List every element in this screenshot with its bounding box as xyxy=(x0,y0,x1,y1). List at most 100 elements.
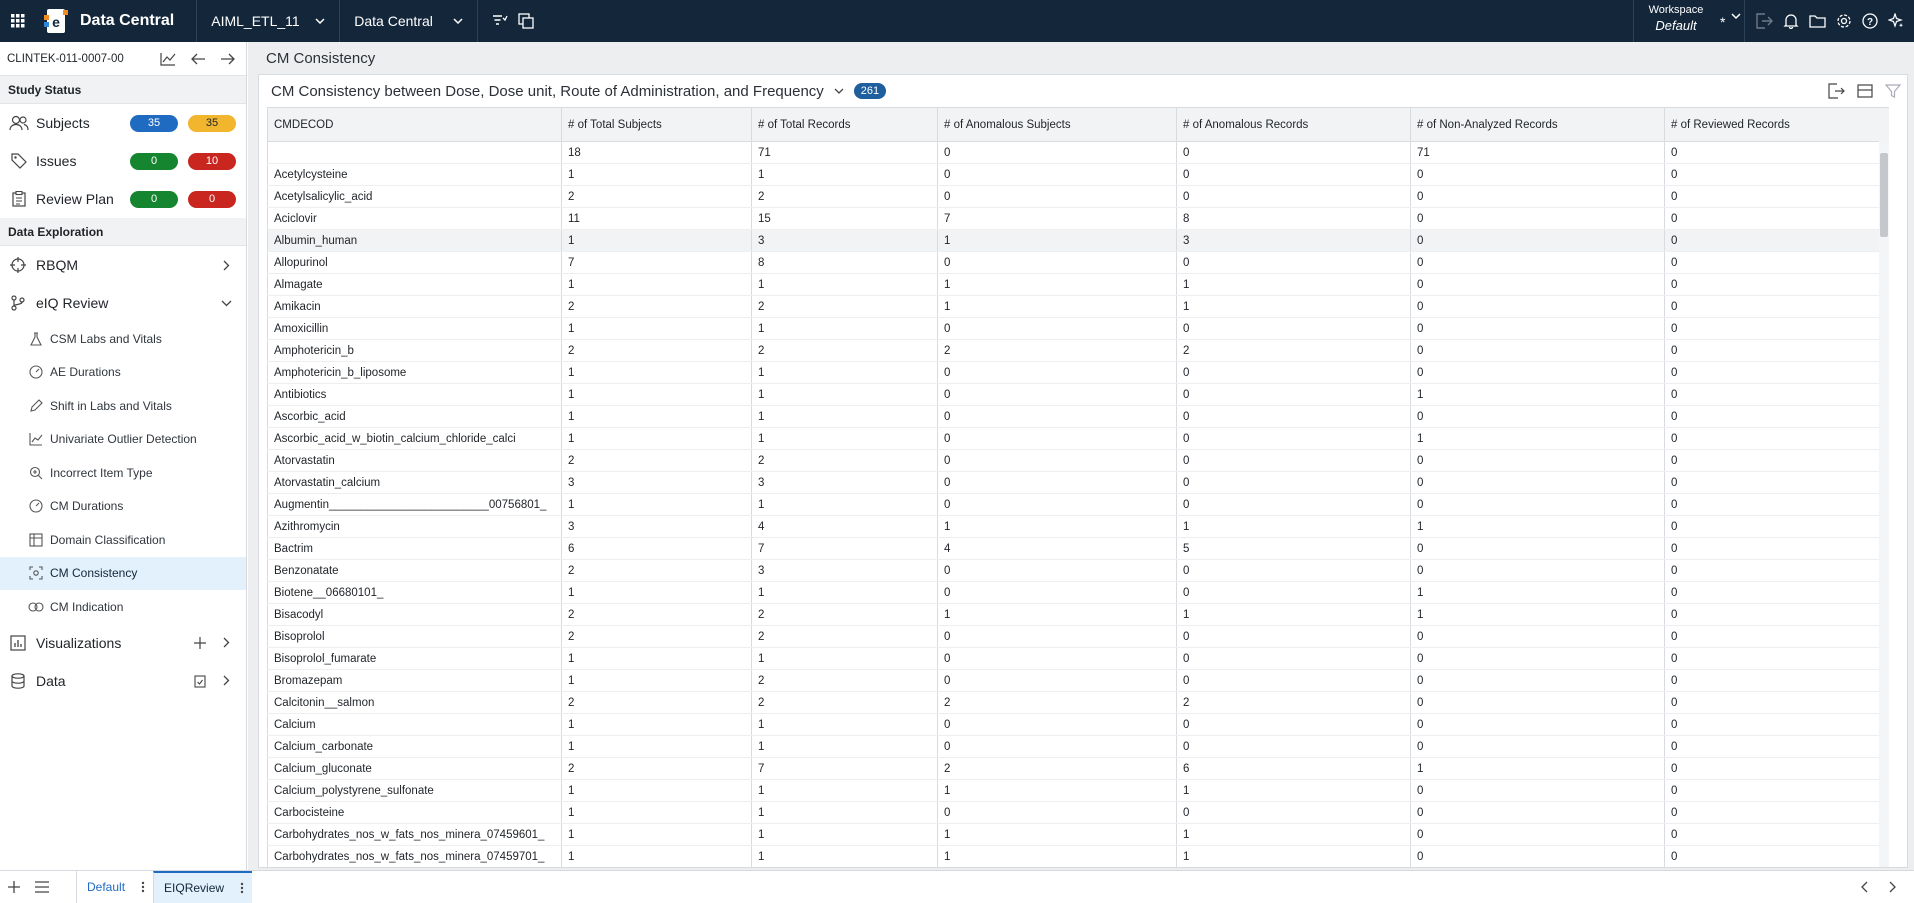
table-row[interactable]: Azithromycin 3 4 1 1 1 0 xyxy=(267,515,1889,538)
table-row[interactable]: Antibiotics 1 1 0 0 1 0 xyxy=(267,383,1889,406)
sidebar-stat-issues[interactable]: Issues 0 10 xyxy=(0,142,246,180)
chevron-right-icon[interactable] xyxy=(1878,881,1906,893)
table-row[interactable]: Acetylcysteine 1 1 0 0 0 0 xyxy=(267,163,1889,186)
table-row[interactable]: Carbocisteine 1 1 0 0 0 0 xyxy=(267,801,1889,824)
sparkle-ai-icon[interactable] xyxy=(1888,13,1904,29)
table-row[interactable]: Albumin_human 1 3 1 3 0 0 xyxy=(267,229,1889,252)
table-row[interactable]: Bactrim 6 7 4 5 0 0 xyxy=(267,537,1889,560)
table-grid-icon xyxy=(28,533,44,547)
table-row[interactable]: Amphotericin_b_liposome 1 1 0 0 0 0 xyxy=(267,361,1889,384)
column-header[interactable]: # of Total Subjects xyxy=(561,107,752,142)
column-header[interactable]: # of Non-Analyzed Records xyxy=(1410,107,1665,142)
table-row[interactable]: Augmentin_________________________007568… xyxy=(267,493,1889,516)
plus-icon[interactable] xyxy=(190,636,210,649)
table-row[interactable]: Calcium_polystyrene_sulfonate 1 1 1 1 0 0 xyxy=(267,779,1889,802)
sidebar-subitem-univariate-outlier[interactable]: Univariate Outlier Detection xyxy=(0,423,246,457)
scrollbar-thumb[interactable] xyxy=(1880,153,1888,237)
sidebar-subitem-cm-indication[interactable]: CM Indication xyxy=(0,590,246,624)
columns-layout-icon[interactable] xyxy=(1857,83,1873,99)
table-row[interactable]: Atorvastatin_calcium 3 3 0 0 0 0 xyxy=(267,471,1889,494)
arrow-right-icon[interactable] xyxy=(216,53,240,65)
gear-icon[interactable] xyxy=(1836,13,1852,29)
table-row[interactable]: Ascorbic_acid 1 1 0 0 0 0 xyxy=(267,405,1889,428)
sidebar-subitem-csm-labs-vitals[interactable]: CSM Labs and Vitals xyxy=(0,322,246,356)
line-chart-icon[interactable] xyxy=(156,52,180,66)
export-icon[interactable] xyxy=(1827,83,1845,99)
table-cell: Calcium_polystyrene_sulfonate xyxy=(267,779,562,802)
sidebar-subitem-shift-labs-vitals[interactable]: Shift in Labs and Vitals xyxy=(0,389,246,423)
table-row[interactable]: Aciclovir 11 15 7 8 0 0 xyxy=(267,207,1889,230)
table-row[interactable]: Carbohydrates_nos_w_fats_nos_minera_0745… xyxy=(267,845,1889,867)
filter-icon[interactable] xyxy=(1885,83,1901,99)
table-row[interactable]: Biotene__06680101_ 1 1 0 0 1 0 xyxy=(267,581,1889,604)
table-cell: 0 xyxy=(1664,383,1889,406)
column-header[interactable]: # of Anomalous Subjects xyxy=(937,107,1177,142)
sidebar-stat-subjects[interactable]: Subjects 35 35 xyxy=(0,104,246,142)
sidebar-subitem-cm-consistency[interactable]: CM Consistency xyxy=(0,556,246,590)
logout-icon[interactable] xyxy=(1755,13,1773,29)
sidebar-subitem-cm-durations[interactable]: CM Durations xyxy=(0,490,246,524)
workspace-select[interactable]: Workspace Default * xyxy=(1633,0,1745,42)
workspace-tab-default[interactable]: Default xyxy=(76,870,153,903)
sidebar-item-rbqm[interactable]: RBQM xyxy=(0,246,246,284)
table-cell: 0 xyxy=(1410,691,1665,714)
chevron-down-icon[interactable] xyxy=(834,88,844,94)
sidebar-subitem-domain-classification[interactable]: Domain Classification xyxy=(0,523,246,557)
table-cell: 1 xyxy=(1410,603,1665,626)
column-header[interactable]: # of Total Records xyxy=(751,107,938,142)
sidebar-item-eiq-review[interactable]: eIQ Review xyxy=(0,284,246,322)
table-cell: 0 xyxy=(1664,251,1889,274)
table-row[interactable]: Bromazepam 1 2 0 0 0 0 xyxy=(267,669,1889,692)
table-scrollbar[interactable] xyxy=(1879,141,1889,867)
sidebar-subitem-ae-durations[interactable]: AE Durations xyxy=(0,356,246,390)
column-header[interactable]: # of Anomalous Records xyxy=(1176,107,1411,142)
table-row[interactable]: Ascorbic_acid_w_biotin_calcium_chloride_… xyxy=(267,427,1889,450)
copy-window-icon[interactable] xyxy=(518,13,534,29)
table-row[interactable]: Bisoprolol_fumarate 1 1 0 0 0 0 xyxy=(267,647,1889,670)
table-row[interactable]: Acetylsalicylic_acid 2 2 0 0 0 0 xyxy=(267,185,1889,208)
table-cell: 2 xyxy=(751,691,938,714)
subjects-count-badge: 35 xyxy=(130,114,178,132)
table-row[interactable]: Bisoprolol 2 2 0 0 0 0 xyxy=(267,625,1889,648)
sidebar-item-visualizations[interactable]: Visualizations xyxy=(0,624,246,662)
sidebar-item-data[interactable]: Data xyxy=(0,662,246,700)
sidebar-subitem-incorrect-item-type[interactable]: Incorrect Item Type xyxy=(0,456,246,490)
project-select[interactable]: AIML_ETL_11 xyxy=(196,0,339,42)
menu-icon[interactable] xyxy=(28,881,56,893)
table-cell: 0 xyxy=(1664,141,1889,164)
table-row[interactable]: Almagate 1 1 1 1 0 0 xyxy=(267,273,1889,296)
arrow-left-icon[interactable] xyxy=(186,53,210,65)
table-cell: 0 xyxy=(1664,581,1889,604)
more-vertical-icon[interactable] xyxy=(240,882,244,894)
table-row[interactable]: Benzonatate 2 3 0 0 0 0 xyxy=(267,559,1889,582)
chevron-left-icon[interactable] xyxy=(1850,881,1878,893)
table-row[interactable]: Calcitonin__salmon 2 2 2 2 0 0 xyxy=(267,691,1889,714)
table-row[interactable]: Amphotericin_b 2 2 2 2 0 0 xyxy=(267,339,1889,362)
table-row[interactable]: Allopurinol 7 8 0 0 0 0 xyxy=(267,251,1889,274)
module-select[interactable]: Data Central xyxy=(339,0,477,42)
table-row[interactable]: Amikacin 2 2 1 1 0 0 xyxy=(267,295,1889,318)
table-row[interactable]: Calcium_carbonate 1 1 0 0 0 0 xyxy=(267,735,1889,758)
plus-icon[interactable] xyxy=(0,881,28,893)
folder-icon[interactable] xyxy=(1809,14,1826,28)
table-row[interactable]: 18 71 0 0 71 0 xyxy=(267,141,1889,164)
table-row[interactable]: Calcium_gluconate 2 7 2 6 1 0 xyxy=(267,757,1889,780)
table-row[interactable]: Amoxicillin 1 1 0 0 0 0 xyxy=(267,317,1889,340)
clipboard-check-icon[interactable] xyxy=(190,674,210,688)
column-header[interactable]: CMDECOD xyxy=(267,107,562,142)
help-icon[interactable]: ? xyxy=(1862,13,1878,29)
sidebar-stat-review-plan[interactable]: Review Plan 0 0 xyxy=(0,180,246,218)
table-row[interactable]: Atorvastatin 2 2 0 0 0 0 xyxy=(267,449,1889,472)
table-cell: 0 xyxy=(1664,317,1889,340)
table-row[interactable]: Bisacodyl 2 2 1 1 1 0 xyxy=(267,603,1889,626)
more-vertical-icon[interactable] xyxy=(141,881,145,893)
table-cell: 0 xyxy=(1410,669,1665,692)
column-header[interactable]: # of Reviewed Records xyxy=(1664,107,1889,142)
workspace-tab-eiqreview[interactable]: EIQReview xyxy=(153,870,253,903)
table-cell: 0 xyxy=(1664,273,1889,296)
filter-list-icon[interactable] xyxy=(492,14,508,28)
table-row[interactable]: Calcium 1 1 0 0 0 0 xyxy=(267,713,1889,736)
table-row[interactable]: Carbohydrates_nos_w_fats_nos_minera_0745… xyxy=(267,823,1889,846)
app-grid-icon[interactable] xyxy=(0,0,36,42)
bell-icon[interactable] xyxy=(1783,13,1799,29)
